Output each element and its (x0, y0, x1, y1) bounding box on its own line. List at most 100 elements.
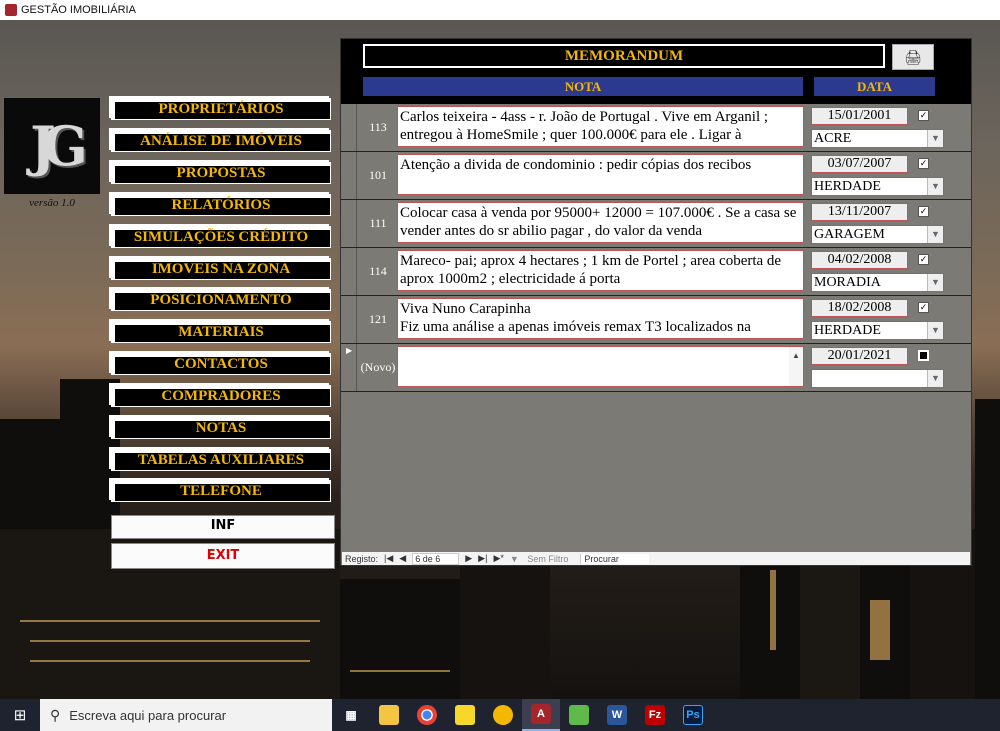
version-label: versão 1.0 (29, 197, 75, 209)
search-icon: ⚲ (50, 706, 61, 723)
record-navigation-bar: Registo: |◀ ◀ 6 de 6 ▶ ▶| ▶* ▼ Sem Filtr… (342, 552, 970, 565)
record-label: Registo: (345, 553, 379, 564)
done-checkbox[interactable]: ✓ (918, 302, 929, 313)
note-field[interactable]: Carlos teixeira - 4ass - r. João de Port… (397, 106, 804, 147)
record-selector[interactable] (341, 152, 357, 199)
category-value: MORADIA (814, 275, 881, 290)
date-field[interactable]: 15/01/2001 (811, 107, 908, 125)
record-row: 114 Mareco- pai; aprox 4 hectares ; 1 km… (341, 248, 971, 296)
contactos-button[interactable]: CONTACTOS (111, 353, 331, 375)
chevron-down-icon[interactable]: ▼ (927, 370, 943, 387)
date-field[interactable]: 20/01/2021 (811, 347, 908, 365)
record-position-input[interactable]: 6 de 6 (412, 552, 460, 565)
posicionamento-button[interactable]: POSICIONAMENTO (111, 289, 331, 311)
new-record-icon[interactable]: ▶* (493, 553, 503, 564)
note-scrollbar[interactable]: ▲▼ (789, 347, 803, 386)
record-row: 101 Atenção a divida de condominio : ped… (341, 152, 971, 200)
note-field[interactable]: Viva Nuno Carapinha Fiz uma análise a ap… (397, 298, 804, 339)
memorandum-form: MEMORANDUM 🖨 NOTA DATA 113 Carlos teixei… (340, 38, 972, 566)
tabelas-auxiliares-button[interactable]: TABELAS AUXILIARES (111, 449, 331, 471)
category-value: ACRE (814, 131, 852, 146)
start-button[interactable]: ⊞ (0, 699, 40, 731)
chevron-down-icon[interactable]: ▼ (927, 322, 943, 339)
category-combo[interactable]: ▼ (811, 369, 944, 388)
taskbar-search[interactable]: ⚲ Escreva aqui para procurar (40, 699, 332, 731)
imoveis-na-zona-button[interactable]: IMOVEIS NA ZONA (111, 258, 331, 280)
funnel-icon: ▼ (509, 553, 519, 564)
chevron-down-icon[interactable]: ▼ (927, 178, 943, 195)
word-icon[interactable]: W (598, 699, 636, 731)
simulacoes-credito-button[interactable]: SIMULAÇÕES CRÉDITO (111, 226, 331, 248)
window-title: GESTÃO IMOBILIÁRIA (21, 4, 136, 16)
filezilla-icon[interactable]: Fz (636, 699, 674, 731)
relatorios-button[interactable]: RELATÓRIOS (111, 194, 331, 216)
record-selector[interactable] (341, 104, 357, 151)
category-combo[interactable]: HERDADE ▼ (811, 177, 944, 196)
sticky-notes-icon[interactable] (446, 699, 484, 731)
category-combo[interactable]: HERDADE ▼ (811, 321, 944, 340)
photoshop-icon[interactable]: Ps (674, 699, 712, 731)
note-field[interactable]: ▲▼ (397, 346, 804, 387)
new-record-row: ▶ (Novo) ▲▼ 20/01/2021 ▼ (341, 344, 971, 392)
done-checkbox[interactable]: ✓ (918, 254, 929, 265)
access-app-icon (5, 4, 17, 16)
record-selector[interactable] (341, 200, 357, 247)
category-combo[interactable]: GARAGEM ▼ (811, 225, 944, 244)
exit-button[interactable]: EXIT (111, 543, 335, 569)
record-selector[interactable] (341, 296, 357, 343)
record-id: 113 (369, 120, 387, 134)
record-id: 101 (369, 168, 387, 182)
company-logo: JG (4, 98, 100, 194)
note-field[interactable]: Colocar casa à venda por 95000+ 12000 = … (397, 202, 804, 243)
telefone-button[interactable]: TELEFONE (111, 480, 331, 502)
done-checkbox[interactable]: ✓ (918, 206, 929, 217)
record-id: 121 (369, 312, 387, 326)
search-field[interactable]: Procurar (580, 553, 649, 564)
record-id: 114 (369, 264, 387, 278)
windows-logo-icon: ⊞ (13, 707, 27, 724)
first-record-icon[interactable]: |◀ (384, 553, 393, 564)
current-record-icon: ▶ (346, 346, 353, 355)
proprietarios-button[interactable]: PROPRIETÁRIOS (111, 98, 331, 120)
done-checkbox[interactable]: ✓ (918, 158, 929, 169)
record-selector[interactable] (341, 248, 357, 295)
notas-button[interactable]: NOTAS (111, 417, 331, 439)
chevron-down-icon[interactable]: ▼ (927, 274, 943, 291)
print-button[interactable]: 🖨 (892, 44, 934, 70)
date-field[interactable]: 03/07/2007 (811, 155, 908, 173)
chevron-down-icon[interactable]: ▼ (927, 130, 943, 147)
file-explorer-icon[interactable] (370, 699, 408, 731)
date-field[interactable]: 18/02/2008 (811, 299, 908, 317)
notepad-icon[interactable] (560, 699, 598, 731)
category-value: GARAGEM (814, 227, 885, 242)
chevron-down-icon[interactable]: ▼ (927, 226, 943, 243)
record-row: 121 Viva Nuno Carapinha Fiz uma análise … (341, 296, 971, 344)
category-value: HERDADE (814, 179, 881, 194)
done-checkbox[interactable] (917, 349, 930, 362)
record-id: (Novo) (360, 360, 396, 374)
done-checkbox[interactable]: ✓ (918, 110, 929, 121)
note-field[interactable]: Atenção a divida de condominio : pedir c… (397, 154, 804, 195)
filter-button[interactable]: ▼ Sem Filtro (510, 554, 574, 564)
taskbar-search-placeholder: Escreva aqui para procurar (69, 707, 227, 723)
chrome-icon[interactable] (408, 699, 446, 731)
inf-button[interactable]: INF (111, 515, 335, 539)
filter-label: Sem Filtro (527, 553, 569, 564)
category-combo[interactable]: ACRE ▼ (811, 129, 944, 148)
note-field[interactable]: Mareco- pai; aprox 4 hectares ; 1 km de … (397, 250, 804, 291)
materiais-button[interactable]: MATERIAIS (111, 321, 331, 343)
record-selector[interactable]: ▶ (341, 344, 357, 391)
propostas-button[interactable]: PROPOSTAS (111, 162, 331, 184)
compradores-button[interactable]: COMPRADORES (111, 385, 331, 407)
previous-record-icon[interactable]: ◀ (399, 553, 406, 564)
date-field[interactable]: 13/11/2007 (811, 203, 908, 221)
weather-icon[interactable] (484, 699, 522, 731)
category-combo[interactable]: MORADIA ▼ (811, 273, 944, 292)
category-value: HERDADE (814, 323, 881, 338)
access-icon[interactable]: A (522, 699, 560, 731)
next-record-icon[interactable]: ▶ (465, 553, 472, 564)
analise-imoveis-button[interactable]: ANÁLISE DE IMÓVEIS (111, 130, 331, 152)
date-field[interactable]: 04/02/2008 (811, 251, 908, 269)
task-view-icon[interactable]: ▦ (332, 699, 370, 731)
last-record-icon[interactable]: ▶| (478, 553, 487, 564)
